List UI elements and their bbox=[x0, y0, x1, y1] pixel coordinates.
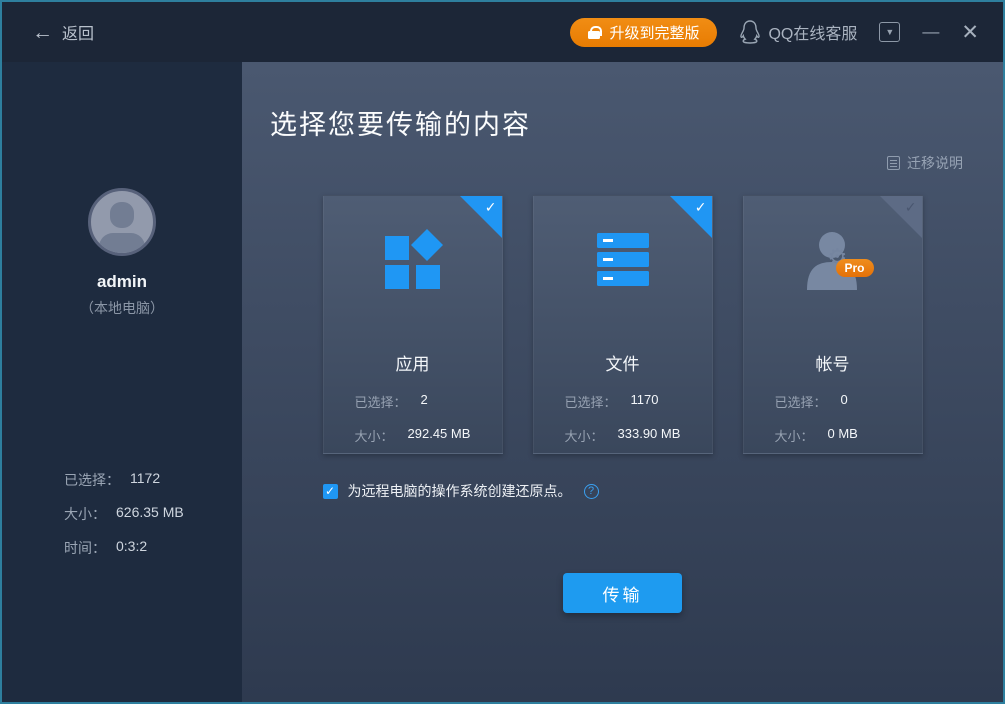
qq-support-button[interactable]: QQ在线客服 bbox=[739, 20, 857, 44]
migration-guide-link[interactable]: 迁移说明 bbox=[887, 153, 963, 173]
card-size-row: 大小： 292.45 MB bbox=[355, 426, 502, 445]
restore-point-label: 为远程电脑的操作系统创建还原点。 bbox=[348, 481, 572, 501]
check-icon: ✓ bbox=[485, 199, 497, 216]
card-selected-row: 已选择： 1170 bbox=[565, 392, 712, 411]
check-icon: ✓ bbox=[695, 199, 707, 216]
app-window: ← 返回 升级到完整版 QQ在线客服 ▼ — ✕ bbox=[0, 0, 1005, 704]
help-icon[interactable]: ? bbox=[584, 484, 599, 499]
main-panel: 选择您要传输的内容 迁移说明 ✓ bbox=[242, 62, 1003, 702]
stat-selected: 已选择： 1172 bbox=[64, 470, 184, 490]
close-icon: ✕ bbox=[961, 20, 979, 45]
pro-badge: Pro bbox=[836, 259, 874, 277]
feedback-dropdown-button[interactable]: ▼ bbox=[879, 22, 900, 42]
chevron-down-icon: ▼ bbox=[885, 27, 894, 37]
sidebar: admin （本地电脑） 已选择： 1172 大小： 626.35 MB 时间：… bbox=[2, 62, 242, 702]
user-note: （本地电脑） bbox=[80, 298, 164, 318]
qq-label: QQ在线客服 bbox=[768, 20, 857, 44]
card-files[interactable]: ✓ 文件 已选择： bbox=[533, 195, 713, 454]
category-cards: ✓ 应用 已选择： 2 bbox=[323, 195, 923, 454]
card-size-row: 大小： 333.90 MB bbox=[565, 426, 712, 445]
card-size-row: 大小： 0 MB bbox=[775, 426, 922, 445]
qq-penguin-icon bbox=[739, 20, 761, 44]
back-arrow-icon: ← bbox=[32, 22, 53, 43]
app-body: admin （本地电脑） 已选择： 1172 大小： 626.35 MB 时间：… bbox=[2, 62, 1003, 702]
minimize-button[interactable]: — bbox=[922, 22, 939, 42]
minimize-icon: — bbox=[922, 22, 939, 42]
card-title: 帐号 bbox=[744, 350, 922, 375]
avatar bbox=[88, 188, 156, 256]
user-name: admin bbox=[97, 272, 147, 292]
summary-stats: 已选择： 1172 大小： 626.35 MB 时间： 0:3:2 bbox=[64, 470, 184, 572]
back-button[interactable]: ← 返回 bbox=[32, 20, 94, 44]
close-button[interactable]: ✕ bbox=[961, 20, 979, 45]
back-label: 返回 bbox=[62, 20, 94, 44]
transfer-button[interactable]: 传输 bbox=[563, 573, 682, 613]
card-accounts[interactable]: ✓ ⚙ Pro 帐号 已选择： 0 bbox=[743, 195, 923, 454]
upgrade-label: 升级到完整版 bbox=[609, 22, 699, 43]
card-title: 文件 bbox=[534, 350, 712, 375]
upgrade-button[interactable]: 升级到完整版 bbox=[570, 18, 717, 47]
card-applications[interactable]: ✓ 应用 已选择： 2 bbox=[323, 195, 503, 454]
restore-point-row: ✓ 为远程电脑的操作系统创建还原点。 ? bbox=[323, 481, 923, 501]
avatar-person-icon bbox=[110, 202, 134, 228]
card-selected-row: 已选择： 0 bbox=[775, 392, 922, 411]
titlebar-actions: 升级到完整版 QQ在线客服 ▼ — ✕ bbox=[570, 18, 979, 47]
card-title: 应用 bbox=[324, 350, 502, 375]
stat-size: 大小： 626.35 MB bbox=[64, 504, 184, 524]
restore-point-checkbox[interactable]: ✓ bbox=[323, 484, 338, 499]
titlebar: ← 返回 升级到完整版 QQ在线客服 ▼ — ✕ bbox=[2, 2, 1003, 62]
check-icon: ✓ bbox=[905, 199, 917, 216]
page-title: 选择您要传输的内容 bbox=[270, 103, 1003, 142]
stat-time: 时间： 0:3:2 bbox=[64, 538, 184, 558]
migration-guide-label: 迁移说明 bbox=[907, 153, 963, 173]
lock-icon bbox=[588, 26, 600, 39]
document-icon bbox=[887, 156, 900, 170]
card-selected-row: 已选择： 2 bbox=[355, 392, 502, 411]
